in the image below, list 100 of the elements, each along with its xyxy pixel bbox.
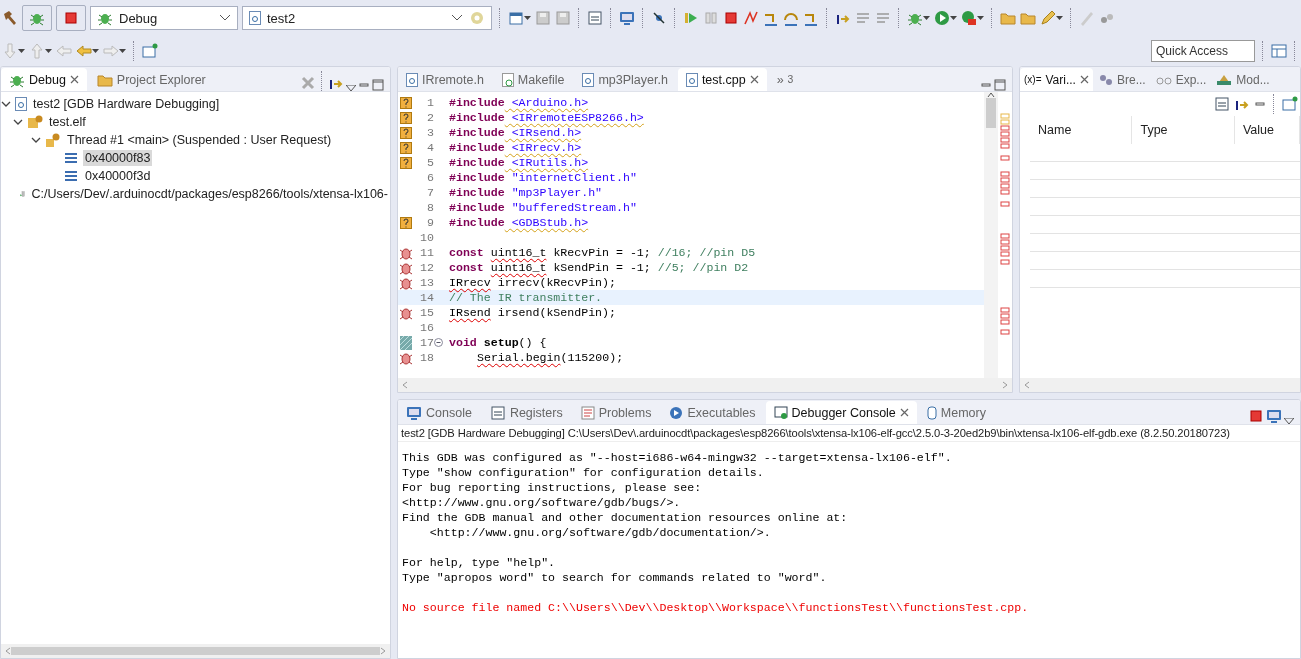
binary-icon[interactable]: [587, 10, 603, 26]
c-file-icon: [685, 72, 698, 87]
menu-icon[interactable]: [346, 85, 356, 91]
tree-item[interactable]: test2 [GDB Hardware Debugging]: [31, 96, 222, 112]
scrollbar-thumb[interactable]: [986, 98, 996, 128]
view-tab[interactable]: mp3Player.h: [574, 68, 676, 91]
code-line: #include "bufferedStream.h": [448, 201, 637, 214]
view-tab[interactable]: Project Explorer: [88, 68, 214, 91]
caret-icon[interactable]: [45, 49, 52, 53]
document-icon[interactable]: [508, 10, 524, 26]
code-line: #include <IRrecv.h>: [448, 141, 582, 154]
disconnect-icon[interactable]: [743, 10, 759, 26]
view-tab[interactable]: Memory: [918, 401, 994, 424]
view-tab[interactable]: (x)= Vari...: [1020, 68, 1093, 91]
scroll-left-icon[interactable]: [1024, 381, 1030, 389]
window-icon[interactable]: [1282, 96, 1298, 112]
caret-icon[interactable]: [977, 16, 984, 20]
view-tab[interactable]: Executables: [661, 401, 764, 424]
view-tab[interactable]: Bre...: [1094, 68, 1150, 91]
scroll-left-icon[interactable]: [402, 381, 408, 389]
bug-icon: [399, 275, 413, 290]
line-number: 10: [419, 231, 434, 244]
view-tab[interactable]: Debugger Console: [765, 401, 917, 424]
caret-icon[interactable]: [119, 49, 126, 53]
code-line: #include <IRutils.h>: [448, 156, 589, 169]
close-icon[interactable]: [1079, 75, 1089, 84]
view-tab[interactable]: Mod...: [1212, 68, 1274, 91]
expanded-icon[interactable]: [13, 117, 23, 127]
line-number: 8: [426, 201, 434, 214]
scroll-right-icon[interactable]: [1002, 381, 1008, 389]
line-number: 5: [426, 156, 434, 169]
tree-item[interactable]: C:/Users/Dev/.arduinocdt/packages/esp8266/tools/xtensa-lx106-: [29, 186, 390, 202]
tool-icon[interactable]: [961, 10, 977, 26]
code-line: #include <GDBStub.h>: [448, 216, 589, 229]
c-file-icon: [582, 72, 595, 87]
monitor-icon[interactable]: [619, 10, 635, 26]
caret-icon[interactable]: [524, 16, 531, 20]
line-number: 2: [426, 111, 434, 124]
play-icon[interactable]: [934, 10, 950, 26]
hatched-icon: [400, 335, 412, 350]
caret-icon[interactable]: [950, 16, 957, 20]
maximize-icon[interactable]: [372, 79, 384, 91]
scrollbar-thumb[interactable]: [11, 647, 380, 655]
view-tab[interactable]: Console: [398, 401, 480, 424]
folder-icon[interactable]: [1000, 10, 1016, 26]
fold-icon[interactable]: [434, 338, 443, 347]
debug-button[interactable]: [22, 5, 52, 31]
maximize-icon[interactable]: [994, 79, 1006, 91]
console-line: <http://www.gnu.org/software/gdb/bugs/>.: [401, 495, 682, 510]
scroll-up-icon[interactable]: [987, 92, 995, 98]
remove-icon[interactable]: [300, 75, 316, 91]
caret-icon[interactable]: [92, 49, 99, 53]
window-icon[interactable]: [142, 43, 158, 59]
hammer-icon[interactable]: [2, 10, 18, 26]
expanded-icon[interactable]: [1, 99, 11, 109]
folder-icon[interactable]: [1020, 10, 1036, 26]
warning-icon: [400, 96, 412, 109]
caret-icon[interactable]: [1056, 16, 1063, 20]
caret-icon[interactable]: [923, 16, 930, 20]
view-tab[interactable]: test.cpp: [677, 68, 767, 91]
monitor-icon[interactable]: [1266, 408, 1282, 424]
tree-item[interactable]: Thread #1 <main> (Suspended : User Request): [65, 132, 334, 148]
quick-access-field[interactable]: Quick Access: [1151, 40, 1255, 62]
caret-icon[interactable]: [18, 49, 25, 53]
tree-item[interactable]: test.elf: [47, 114, 88, 130]
line-number: 15: [419, 306, 434, 319]
expanded-icon[interactable]: [31, 135, 41, 145]
close-icon[interactable]: [749, 75, 759, 84]
close-icon[interactable]: [69, 75, 79, 84]
code-line: Serial.begin(115200);: [476, 351, 624, 364]
line-number: 13: [419, 276, 434, 289]
resume-icon[interactable]: [683, 10, 699, 26]
stack-frame-icon: [63, 168, 79, 184]
launch-mode-combo[interactable]: Debug: [90, 6, 238, 30]
console-line: Find the GDB manual and other documentation resources online at:: [401, 510, 849, 525]
tree-item[interactable]: 0x40000f83: [83, 150, 153, 166]
stop-button[interactable]: [56, 5, 86, 31]
stop-icon[interactable]: [723, 10, 739, 26]
tree-item[interactable]: 0x40000f3d: [83, 168, 153, 184]
close-icon[interactable]: [899, 408, 909, 417]
view-tab[interactable]: IRremote.h: [398, 68, 492, 91]
view-tab[interactable]: Problems: [572, 401, 660, 424]
warning-icon: [400, 216, 412, 229]
view-tab[interactable]: Makefile: [493, 68, 573, 91]
view-tab[interactable]: Exp...: [1151, 68, 1211, 91]
console-line: Type "apropos word" to search for commands related to "word".: [401, 570, 828, 585]
view-tab[interactable]: Registers: [481, 401, 571, 424]
launch-target-combo[interactable]: test2: [242, 6, 492, 30]
scroll-right-icon[interactable]: [380, 647, 386, 655]
skip-icon[interactable]: [651, 10, 667, 26]
stop-icon[interactable]: [1248, 408, 1264, 424]
process-icon: [27, 114, 43, 130]
step-over-icon[interactable]: [783, 10, 799, 26]
bug-icon: [399, 350, 413, 365]
warning-icon: [400, 126, 412, 139]
window-icon[interactable]: [1271, 43, 1287, 59]
line-number: 14: [419, 291, 434, 304]
menu-icon[interactable]: [1284, 418, 1294, 424]
view-tab[interactable]: Debug: [1, 68, 87, 91]
scroll-left-icon[interactable]: [5, 647, 11, 655]
